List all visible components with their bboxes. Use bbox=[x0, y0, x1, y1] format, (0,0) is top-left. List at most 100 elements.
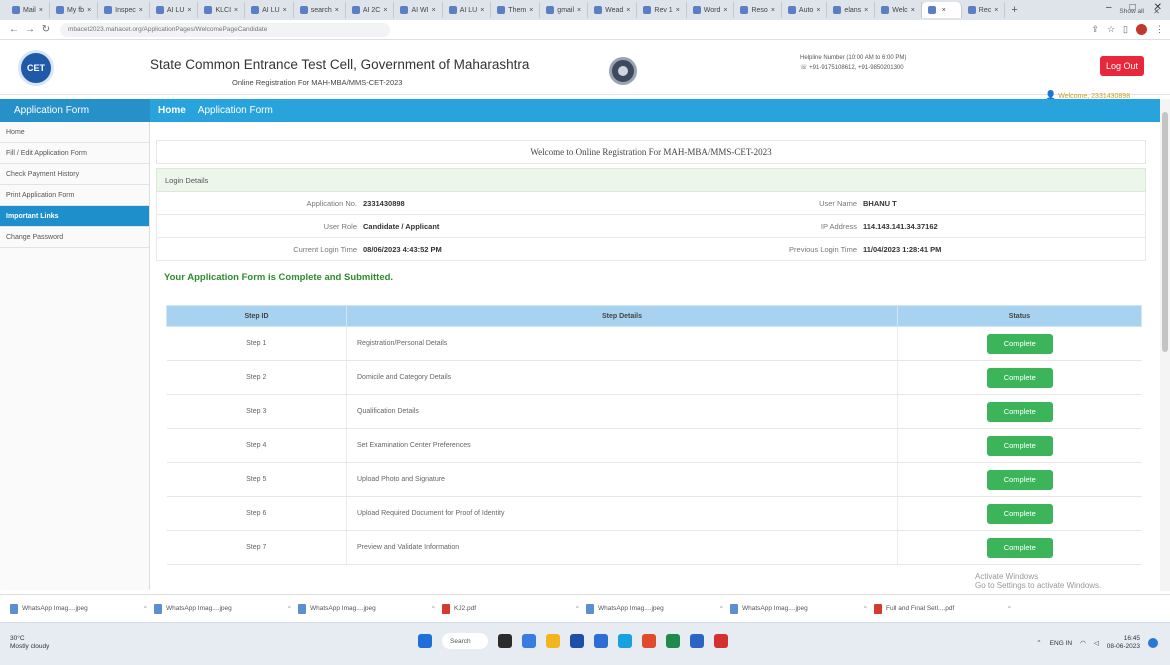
clock[interactable]: 16:45 08-06-2023 bbox=[1107, 635, 1140, 651]
taskbar-app-icon[interactable] bbox=[690, 634, 704, 648]
chevron-up-icon[interactable]: ⌃ bbox=[719, 605, 724, 613]
taskbar-app-icon[interactable] bbox=[642, 634, 656, 648]
reload-icon[interactable]: ↻ bbox=[38, 24, 54, 35]
taskbar-app-icon[interactable] bbox=[666, 634, 680, 648]
tab-close-icon[interactable]: × bbox=[187, 7, 191, 14]
tab-close-icon[interactable]: × bbox=[432, 7, 436, 14]
browser-tab[interactable]: Mail × bbox=[6, 2, 50, 18]
tab-close-icon[interactable]: × bbox=[39, 7, 43, 14]
sidebar-item[interactable]: Check Payment History bbox=[0, 164, 149, 185]
wifi-icon[interactable]: ◠ bbox=[1080, 639, 1086, 647]
nav-application-form-link[interactable]: Application Form bbox=[198, 105, 273, 116]
tab-close-icon[interactable]: × bbox=[283, 7, 287, 14]
browser-tab[interactable]: Rev 1 × bbox=[637, 2, 687, 18]
menu-kebab-icon[interactable]: ⋮ bbox=[1155, 24, 1164, 35]
chevron-up-icon[interactable]: ⌃ bbox=[431, 605, 436, 613]
download-item[interactable]: WhatsApp Imag....jpeg ⌃ bbox=[154, 599, 298, 619]
sidebar-item[interactable]: Change Password bbox=[0, 227, 149, 248]
minimize-button[interactable]: – bbox=[1106, 2, 1112, 13]
browser-tab[interactable]: AI WI × bbox=[394, 2, 443, 18]
tab-close-icon[interactable]: × bbox=[529, 7, 533, 14]
browser-tab[interactable]: AI LU × bbox=[245, 2, 294, 18]
taskbar-app-icon[interactable] bbox=[594, 634, 608, 648]
bookmark-star-icon[interactable]: ☆ bbox=[1107, 24, 1115, 35]
chevron-up-icon[interactable]: ⌃ bbox=[863, 605, 868, 613]
tab-close-icon[interactable]: × bbox=[816, 7, 820, 14]
notification-icon[interactable] bbox=[1148, 638, 1158, 648]
tab-close-icon[interactable]: × bbox=[234, 7, 238, 14]
complete-status-button[interactable]: Complete bbox=[986, 333, 1053, 354]
chevron-up-icon[interactable]: ⌃ bbox=[287, 605, 292, 613]
sidepanel-icon[interactable]: ▯ bbox=[1123, 24, 1128, 35]
sidebar-item[interactable]: Print Application Form bbox=[0, 185, 149, 206]
download-item[interactable]: WhatsApp Imag....jpeg ⌃ bbox=[298, 599, 442, 619]
share-icon[interactable]: ⇪ bbox=[1091, 24, 1099, 35]
tab-close-icon[interactable]: × bbox=[723, 7, 727, 14]
browser-tab[interactable]: elans × bbox=[827, 2, 876, 18]
tab-close-icon[interactable]: × bbox=[335, 7, 339, 14]
download-item[interactable]: Full and Final Setl....pdf ⌃ bbox=[874, 599, 1018, 619]
tab-close-icon[interactable]: × bbox=[864, 7, 868, 14]
tab-close-icon[interactable]: × bbox=[771, 7, 775, 14]
forward-icon[interactable]: → bbox=[22, 24, 38, 35]
tab-close-icon[interactable]: × bbox=[676, 7, 680, 14]
taskbar-app-icon[interactable] bbox=[618, 634, 632, 648]
sidebar-item[interactable]: Important Links bbox=[0, 206, 149, 227]
tab-close-icon[interactable]: × bbox=[994, 7, 998, 14]
download-item[interactable]: KJ2.pdf ⌃ bbox=[442, 599, 586, 619]
sidebar-item[interactable]: Home bbox=[0, 122, 149, 143]
tab-close-icon[interactable]: × bbox=[942, 7, 946, 14]
browser-tab[interactable]: Them × bbox=[491, 2, 541, 18]
complete-status-button[interactable]: Complete bbox=[986, 503, 1053, 524]
windows-start-icon[interactable] bbox=[418, 634, 432, 648]
show-all-downloads-link[interactable]: Show all bbox=[1119, 8, 1144, 15]
tab-close-icon[interactable]: × bbox=[480, 7, 484, 14]
tab-close-icon[interactable]: × bbox=[911, 7, 915, 14]
browser-tab[interactable]: Rec × bbox=[962, 2, 1006, 18]
back-icon[interactable]: ← bbox=[6, 24, 22, 35]
new-tab-icon[interactable]: + bbox=[1005, 4, 1023, 16]
complete-status-button[interactable]: Complete bbox=[986, 435, 1053, 456]
browser-tab[interactable]: × bbox=[921, 2, 962, 18]
tab-close-icon[interactable]: × bbox=[139, 7, 143, 14]
scrollbar-thumb[interactable] bbox=[1162, 112, 1168, 352]
chevron-up-icon[interactable]: ⌃ bbox=[143, 605, 148, 613]
browser-tab[interactable]: Wead × bbox=[588, 2, 638, 18]
tab-close-icon[interactable]: × bbox=[383, 7, 387, 14]
taskbar-search-box[interactable]: Search bbox=[442, 633, 488, 649]
browser-tab[interactable]: AI 2C × bbox=[346, 2, 395, 18]
tab-close-icon[interactable]: × bbox=[577, 7, 581, 14]
logout-button[interactable]: Log Out bbox=[1100, 56, 1144, 76]
browser-tab[interactable]: Welc × bbox=[875, 2, 922, 18]
browser-tab[interactable]: gmail × bbox=[540, 2, 589, 18]
complete-status-button[interactable]: Complete bbox=[986, 401, 1053, 422]
weather-widget[interactable]: 30°C Mostly cloudy bbox=[10, 635, 49, 651]
download-item[interactable]: WhatsApp Imag....jpeg ⌃ bbox=[730, 599, 874, 619]
download-item[interactable]: WhatsApp Imag....jpeg ⌃ bbox=[10, 599, 154, 619]
profile-avatar[interactable] bbox=[1136, 24, 1147, 35]
volume-icon[interactable]: ◁ bbox=[1094, 639, 1099, 647]
browser-tab[interactable]: AI LU × bbox=[443, 2, 492, 18]
tab-close-icon[interactable]: × bbox=[87, 7, 91, 14]
tray-chevron-icon[interactable]: ⌃ bbox=[1036, 639, 1041, 647]
complete-status-button[interactable]: Complete bbox=[986, 367, 1053, 388]
complete-status-button[interactable]: Complete bbox=[986, 537, 1053, 558]
taskbar-app-icon[interactable] bbox=[714, 634, 728, 648]
taskbar-app-icon[interactable] bbox=[522, 634, 536, 648]
chevron-up-icon[interactable]: ⌃ bbox=[575, 605, 580, 613]
url-input[interactable]: mbacet2023.mahacet.org/ApplicationPages/… bbox=[60, 22, 390, 37]
nav-home-link[interactable]: Home bbox=[152, 105, 192, 116]
language-indicator[interactable]: ENG IN bbox=[1050, 640, 1072, 647]
browser-tab[interactable]: KLCI × bbox=[198, 2, 246, 18]
download-item[interactable]: WhatsApp Imag....jpeg ⌃ bbox=[586, 599, 730, 619]
browser-tab[interactable]: search × bbox=[294, 2, 346, 18]
taskbar-app-icon[interactable] bbox=[570, 634, 584, 648]
browser-tab[interactable]: My fb × bbox=[50, 2, 99, 18]
chevron-up-icon[interactable]: ⌃ bbox=[1007, 605, 1012, 613]
browser-tab[interactable]: Inspec × bbox=[98, 2, 150, 18]
taskbar-app-icon[interactable] bbox=[546, 634, 560, 648]
browser-tab[interactable]: AI LU × bbox=[150, 2, 199, 18]
browser-tab[interactable]: Reso × bbox=[734, 2, 782, 18]
browser-tab[interactable]: Word × bbox=[687, 2, 735, 18]
tab-close-icon[interactable]: × bbox=[626, 7, 630, 14]
